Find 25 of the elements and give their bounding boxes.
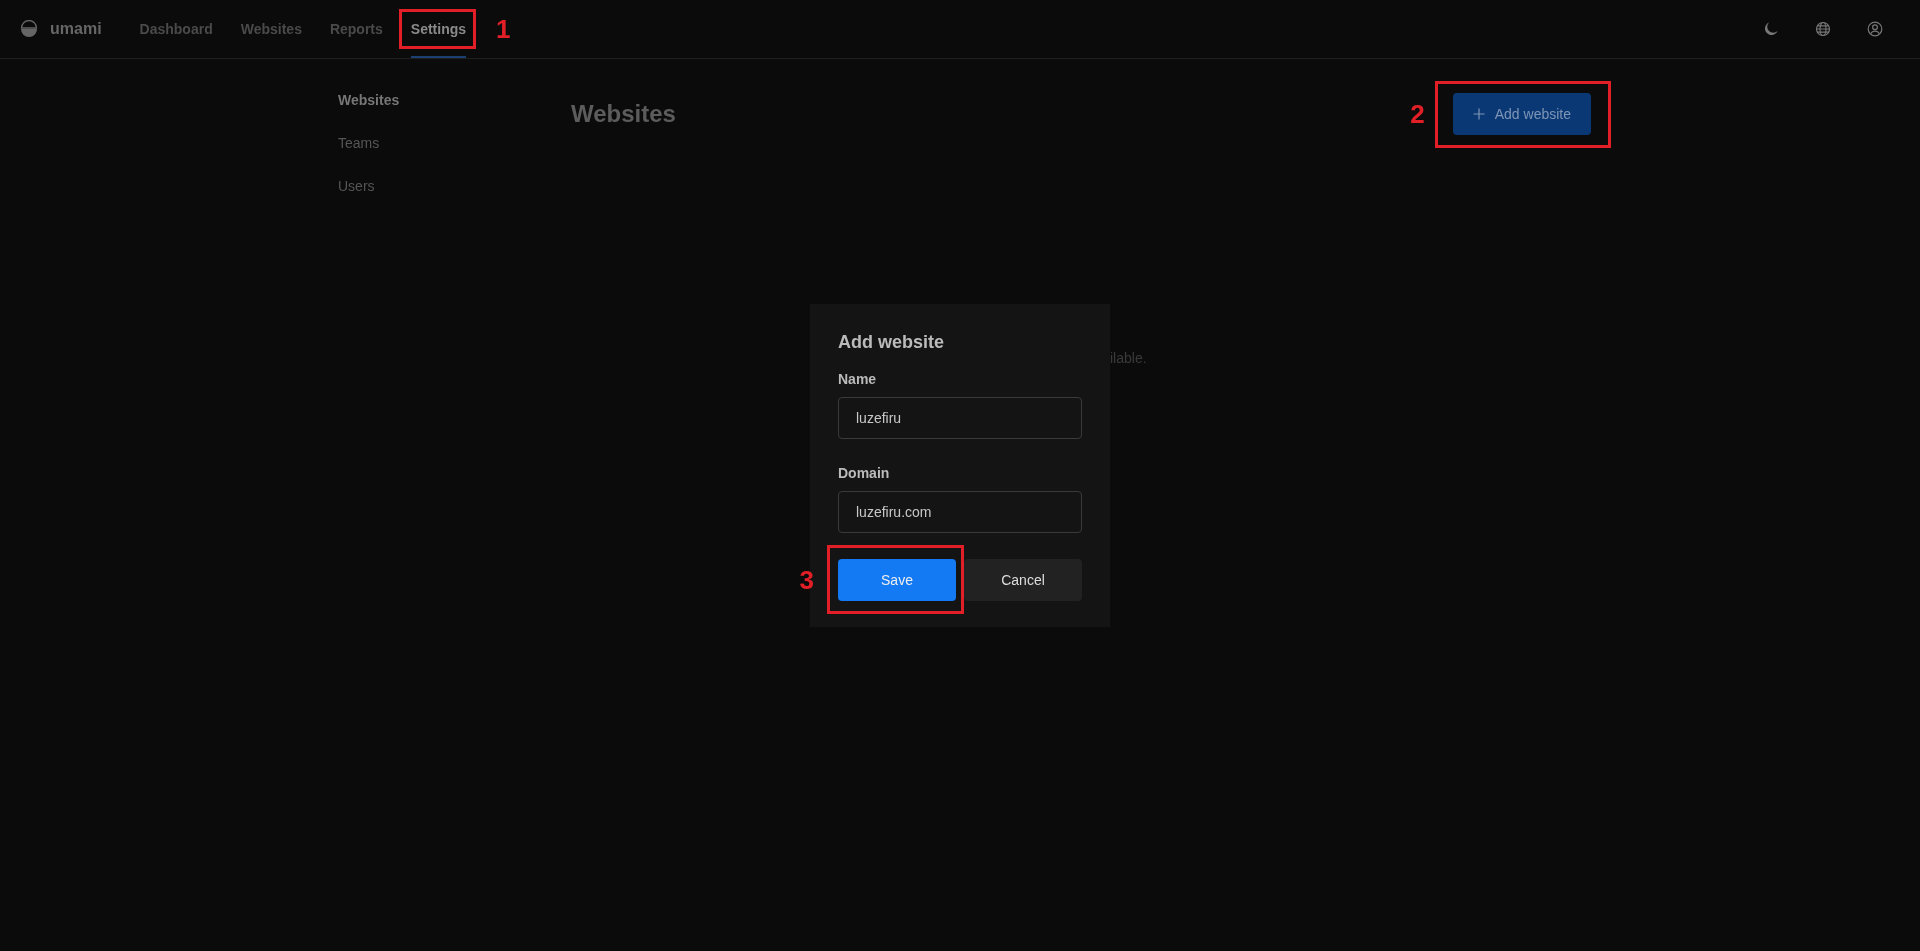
logo-text: umami (50, 20, 102, 38)
page-title: Websites (571, 100, 676, 128)
nav-tab[interactable]: Websites (240, 0, 302, 58)
sidebar-item[interactable]: Users (338, 178, 571, 194)
dialog-title: Add website (838, 332, 945, 353)
plus-icon (1472, 108, 1485, 120)
logo-icon (20, 20, 38, 38)
callout-number: 1 (496, 13, 511, 45)
nav-tab[interactable]: Dashboard (139, 0, 213, 58)
input-field[interactable]: luzefiru (838, 397, 1082, 439)
nav-tab[interactable]: Settings (410, 0, 467, 58)
sidebar-item[interactable]: Websites (338, 92, 571, 108)
input-field[interactable]: luzefiru.com (838, 491, 1082, 533)
save-button[interactable]: Save (838, 559, 956, 601)
field-label: Domain (838, 465, 891, 481)
moon-icon[interactable] (1763, 21, 1779, 37)
field-label: Name (838, 371, 878, 387)
nav-tab[interactable]: Reports (329, 0, 383, 58)
callout-number: 2 (1410, 98, 1425, 130)
add-website-button[interactable]: Add website (1452, 93, 1591, 135)
cancel-button[interactable]: Cancel (964, 559, 1082, 601)
sidebar-item[interactable]: Teams (338, 135, 571, 151)
callout-number: 3 (799, 564, 814, 596)
globe-icon[interactable] (1815, 21, 1831, 37)
user-icon[interactable] (1867, 21, 1883, 37)
